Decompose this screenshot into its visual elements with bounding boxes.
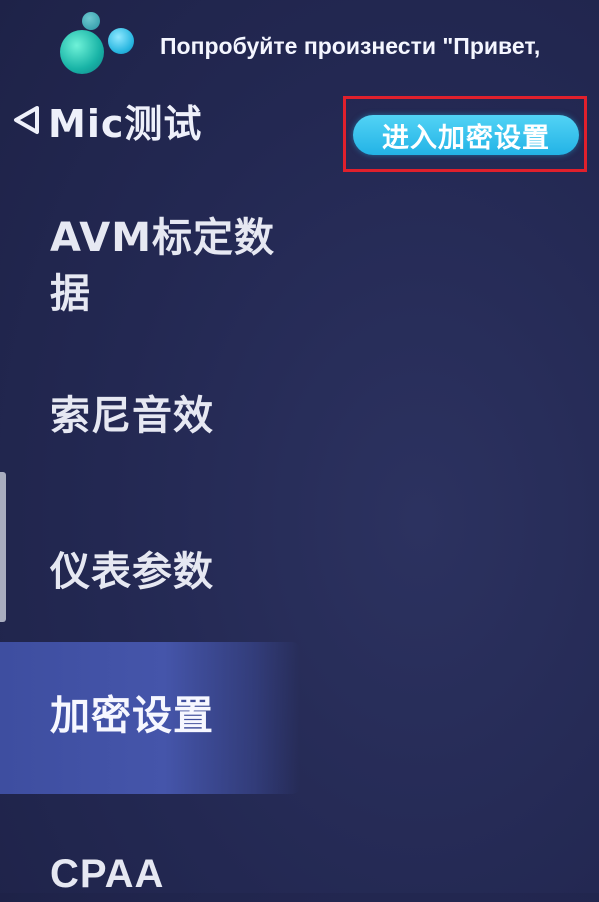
sidebar-item-label: AVM标定数据 bbox=[50, 215, 276, 317]
scrollbar-handle[interactable] bbox=[0, 472, 6, 622]
sidebar-item-meter-params[interactable]: 仪表参数 bbox=[0, 540, 300, 604]
back-triangle-icon bbox=[10, 103, 44, 137]
voice-hint-text: Попробуйте произнести "Привет, bbox=[160, 33, 541, 59]
enter-encryption-settings-button[interactable]: 进入加密设置 bbox=[353, 115, 579, 155]
page-header: Mic测试 进入加密设置 bbox=[0, 92, 599, 172]
sidebar-item-label: CPAA bbox=[50, 852, 165, 896]
page-title: Mic测试 bbox=[48, 101, 203, 146]
sidebar-item-label: 索尼音效 bbox=[50, 393, 214, 439]
sidebar-item-sony-sound[interactable]: 索尼音效 bbox=[0, 384, 300, 448]
voice-assistant-bar: Попробуйте произнести "Привет, bbox=[0, 0, 599, 96]
settings-sidebar: AVM标定数据 索尼音效 仪表参数 加密设置 CPAA bbox=[0, 152, 300, 896]
sidebar-item-label: 加密设置 bbox=[50, 693, 214, 739]
sidebar-item-cpaa[interactable]: CPAA bbox=[0, 840, 300, 900]
sidebar-item-avm-calibration[interactable]: AVM标定数据 bbox=[0, 204, 300, 332]
orb-large bbox=[60, 30, 104, 74]
sidebar-item-label: 仪表参数 bbox=[50, 549, 214, 595]
orb-small bbox=[82, 12, 100, 30]
orb-medium bbox=[108, 28, 134, 54]
sidebar-item-encryption-settings[interactable]: 加密设置 bbox=[0, 642, 300, 794]
voice-assistant-icon[interactable] bbox=[50, 8, 150, 88]
back-button[interactable]: Mic测试 bbox=[10, 95, 203, 146]
